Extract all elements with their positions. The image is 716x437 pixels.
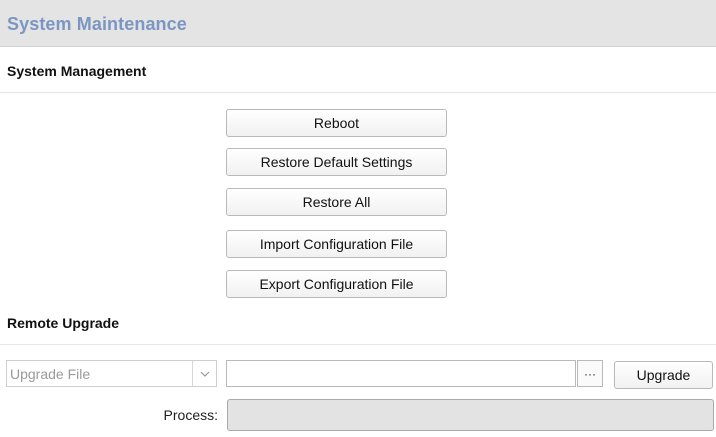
- restore-default-settings-button[interactable]: Restore Default Settings: [226, 148, 447, 176]
- upgrade-progress-bar: [227, 399, 714, 431]
- page-header: System Maintenance: [0, 0, 716, 47]
- chevron-down-icon[interactable]: [192, 361, 216, 386]
- system-management-heading: System Management: [7, 63, 147, 79]
- reboot-button[interactable]: Reboot: [226, 109, 447, 137]
- page-title: System Maintenance: [7, 14, 187, 34]
- upgrade-file-path-input[interactable]: [226, 360, 576, 387]
- restore-all-button[interactable]: Restore All: [226, 188, 447, 216]
- import-configuration-file-button[interactable]: Import Configuration File: [226, 230, 447, 258]
- upgrade-type-value: Upgrade File: [10, 366, 91, 382]
- process-label: Process:: [163, 407, 218, 423]
- section-divider: [0, 92, 716, 93]
- export-configuration-file-button[interactable]: Export Configuration File: [226, 270, 447, 298]
- section-divider: [0, 344, 716, 345]
- browse-button[interactable]: ···: [577, 360, 603, 387]
- upgrade-button[interactable]: Upgrade: [614, 361, 713, 389]
- upgrade-type-select[interactable]: Upgrade File: [6, 360, 217, 387]
- remote-upgrade-heading: Remote Upgrade: [7, 315, 120, 331]
